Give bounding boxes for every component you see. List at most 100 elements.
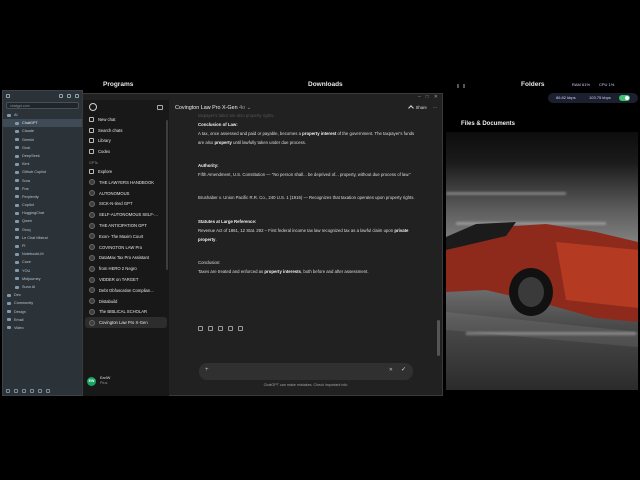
dock-separator [457,84,459,88]
folder-icon [7,318,11,322]
tree-item[interactable]: NotebookLM [3,250,82,258]
thumbs-up-icon[interactable] [208,326,213,331]
tree-item[interactable]: Community [3,299,82,307]
folders-label[interactable]: Folders [521,81,544,88]
tree-item[interactable]: Le Chat Mistral [3,234,82,242]
tree-item[interactable]: Claude [3,127,82,135]
folder-icon [7,293,11,297]
tree-item[interactable]: Github Copilot [3,168,82,176]
tree-item[interactable]: Sora [3,177,82,185]
codex-button[interactable]: Codex [83,146,169,157]
gpt-item-label: Debt Obfuscation Complian... [99,287,154,293]
message-composer[interactable]: + ✕ ✓ [199,363,413,380]
chat-scrollbar[interactable] [437,320,440,356]
bookmark-icon [15,187,19,191]
cancel-icon[interactable]: ✕ [389,367,393,373]
gpt-item[interactable]: THE ANTICIPATION GPT [83,220,169,231]
bookmark-icon [15,252,19,256]
library-button[interactable]: Library [83,136,169,147]
speaker-icon[interactable] [228,326,233,331]
gpt-item[interactable]: SELF-AUTONOMOUS SELF-... [83,209,169,220]
sidebar-scrollbar[interactable] [166,120,168,270]
tree-item-label: Email [14,317,24,322]
tree-item[interactable]: Email [3,316,82,324]
settings-icon[interactable] [6,93,10,98]
tree-item[interactable]: Copilot [3,201,82,209]
tree-item[interactable]: Design [3,308,82,316]
tree-item[interactable]: Poe [3,185,82,193]
explore-gpts-button[interactable]: Explore [83,166,169,177]
gpt-avatar-icon [89,298,95,305]
gpt-item[interactable]: SICK-N-tired GPT [83,199,169,210]
gpt-item[interactable]: DataMax Tax Pro Assistant [83,253,169,264]
gpt-item[interactable]: THE LAWYERS HANDBOOK [83,177,169,188]
search-chats-button[interactable]: Search chats [83,125,169,136]
copy-icon[interactable] [198,326,203,331]
bookmark-icon [15,211,19,215]
thumbs-down-icon[interactable] [218,326,223,331]
text-span: Taxes are treated and enforced as [198,268,265,274]
model-selector[interactable]: Covington Law Pro X-Gen 4o ⌄ [175,105,251,111]
chat-sidebar: New chat Search chats Library Codex GPTs… [83,100,169,396]
tree-item-label: NotebookLM [22,252,44,257]
gpt-item[interactable]: COVINGTON LAW Pro [83,242,169,253]
gpt-avatar-icon [89,287,95,294]
tree-item[interactable]: Groq [3,226,82,234]
tree-item[interactable]: Midjourney [3,275,82,283]
plus-icon[interactable]: + [205,367,209,373]
gpt-item-label: THE ANTICIPATION GPT [99,223,147,229]
network-toggle[interactable] [619,95,630,101]
edit-icon[interactable] [22,389,26,393]
tree-item[interactable]: HuggingChat [3,209,82,217]
check-icon[interactable]: ✓ [401,366,406,373]
github-icon[interactable] [38,389,42,393]
close-icon[interactable] [75,93,79,98]
tree-item[interactable]: AI [3,111,82,119]
programs-label[interactable]: Programs [103,81,133,88]
gpt-item[interactable]: Debt Obfuscation Complian... [83,285,169,296]
tree-search-input[interactable]: chatgpt.com [6,102,79,109]
gpt-item[interactable]: from HERO 2 Negro [83,263,169,274]
tree-item[interactable]: Dev [3,291,82,299]
bookmark-icon [15,162,19,166]
tree-item-label: Dev [14,293,21,298]
downloads-label[interactable]: Downloads [308,81,343,88]
regenerate-icon[interactable] [238,326,243,331]
tree-item[interactable]: Coze [3,258,82,266]
gpt-item[interactable]: AUTONOMOUS [83,188,169,199]
text-span: . [215,236,217,242]
gpt-item[interactable]: Covington Law Pro X-Gen [85,317,167,329]
gpt-avatar-icon [89,319,95,326]
tree-item[interactable]: Grok [3,144,82,152]
forward-icon[interactable] [67,93,71,98]
tree-toolbar [3,91,82,100]
tree-item[interactable]: ChatGPT [3,119,82,128]
gpt-item[interactable]: VIDDER on TARGET [83,274,169,285]
trash-icon[interactable] [30,389,34,393]
tree-item[interactable]: Qwen [3,217,82,225]
user-profile-button[interactable]: EW EarlW Plus [87,376,110,386]
info-icon[interactable] [46,389,50,393]
more-options-icon[interactable]: ··· [433,105,437,110]
gpt-item[interactable]: Exon- The Maxim Court [83,231,169,242]
gpt-item[interactable]: Distabuild [83,296,169,307]
share-button[interactable]: Share [407,104,427,111]
bookmark-icon [15,121,19,125]
tree-item[interactable]: DeepSeek [3,152,82,160]
tree-item[interactable]: Pi [3,242,82,250]
tree-item[interactable]: YOU [3,267,82,275]
tree-item[interactable]: Kimi [3,160,82,168]
tree-item[interactable]: Perplexity [3,193,82,201]
folder-icon [7,326,11,330]
openai-logo-icon[interactable] [89,103,97,111]
gpt-item[interactable]: The BIBLICAL SCHOLAR [83,307,169,318]
back-icon[interactable] [59,93,63,98]
tree-item[interactable]: Suno AI [3,283,82,291]
add-icon[interactable] [6,389,10,393]
folder-icon[interactable] [14,389,18,393]
tree-item-label: Design [14,309,26,314]
tree-item[interactable]: Gemini [3,136,82,144]
sidebar-toggle-icon[interactable] [157,104,163,110]
new-chat-button[interactable]: New chat [83,114,169,125]
tree-item[interactable]: Video [3,324,82,332]
